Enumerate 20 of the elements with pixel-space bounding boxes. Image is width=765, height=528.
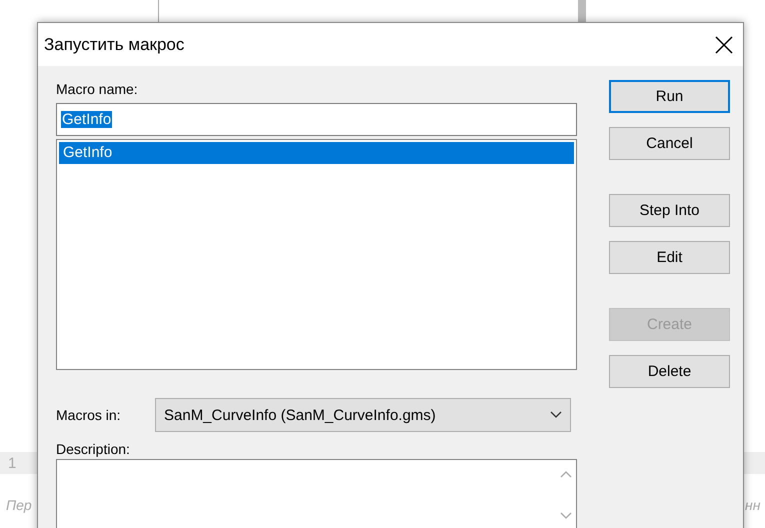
dialog-button[interactable]: Run — [609, 80, 730, 113]
macro-name-field[interactable]: GetInfo — [56, 103, 577, 136]
dialog-button[interactable]: Edit — [609, 241, 730, 274]
dialog-button[interactable]: Delete — [609, 355, 730, 388]
close-icon[interactable] — [715, 36, 733, 54]
caret-icon[interactable] — [550, 411, 562, 419]
row-number: 1 — [8, 455, 16, 472]
scrollbar-thumb[interactable] — [578, 0, 586, 22]
macros-in-dropdown[interactable]: SanM_CurveInfo (SanM_CurveInfo.gms) — [155, 398, 571, 432]
field-label: Description: — [56, 440, 131, 458]
field-label: Macros in: — [56, 406, 122, 424]
dialog-button[interactable]: Step Into — [609, 194, 730, 227]
list-item[interactable]: GetInfo — [59, 142, 574, 164]
dialog-button[interactable]: Cancel — [609, 127, 730, 160]
window-title: Запустить макрос — [44, 34, 184, 54]
field-label: Macro name: — [56, 80, 139, 98]
macro-list[interactable]: GetInfo — [56, 139, 577, 370]
description-field[interactable] — [56, 459, 577, 528]
background-text: Пер — [6, 497, 32, 513]
background-text: нн — [745, 497, 760, 513]
